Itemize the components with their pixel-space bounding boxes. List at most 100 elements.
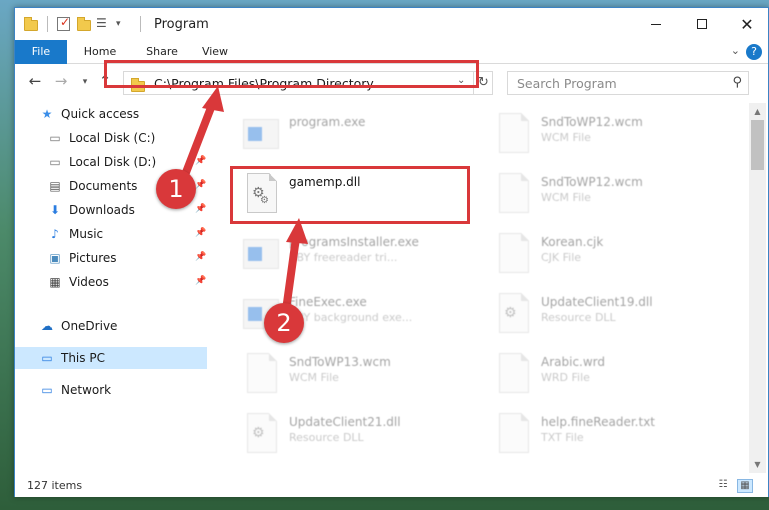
- title-bar: ☰ ▾ Program ✕: [15, 8, 768, 40]
- list-item[interactable]: programsInstaller.exe BBY freereader tri…: [231, 229, 461, 287]
- customize-toolbar-icon[interactable]: ▾: [116, 16, 132, 32]
- list-item[interactable]: Arabic.wrd WRD File: [483, 349, 713, 407]
- minimize-button[interactable]: [633, 8, 679, 40]
- file-type: WRD File: [541, 371, 590, 384]
- address-bar[interactable]: C:\Program Files\Program Directory ⌄ ↻: [123, 71, 493, 95]
- toolbar-divider: [47, 16, 48, 32]
- quick-access-toolbar: ☰ ▾: [23, 15, 145, 32]
- folder-icon: [130, 77, 146, 92]
- tab-share[interactable]: Share: [137, 40, 187, 64]
- properties-icon[interactable]: [56, 15, 72, 32]
- chevron-down-icon[interactable]: ⌄: [457, 75, 465, 86]
- item-count: 127 items: [27, 479, 83, 492]
- file-type: WCM File: [289, 371, 339, 384]
- file-icon: [495, 113, 531, 159]
- details-view-icon[interactable]: ☷: [715, 479, 731, 493]
- folder-icon: [23, 16, 39, 32]
- help-icon[interactable]: ?: [746, 44, 762, 60]
- list-item[interactable]: SndToWP12.wcm WCM File: [483, 169, 713, 227]
- refresh-icon[interactable]: ↻: [473, 72, 493, 94]
- sidebar-item-pictures[interactable]: ▣ Pictures 📌: [15, 247, 207, 269]
- pin-icon: 📌: [195, 180, 207, 190]
- list-item[interactable]: SndToWP13.wcm WCM File: [231, 349, 461, 407]
- sidebar-item-label: Downloads: [69, 203, 135, 217]
- videos-icon: ▦: [49, 275, 61, 289]
- back-arrow-icon[interactable]: ←: [25, 72, 45, 90]
- list-item[interactable]: Korean.cjk CJK File: [483, 229, 713, 287]
- sidebar-item-onedrive[interactable]: ☁ OneDrive: [15, 315, 207, 337]
- large-icons-view-icon[interactable]: ▦: [737, 479, 753, 493]
- sidebar-item-label: Local Disk (D:): [69, 155, 157, 169]
- close-icon: ✕: [740, 14, 754, 34]
- expand-ribbon-icon[interactable]: ⌄: [731, 44, 740, 57]
- forward-arrow-icon[interactable]: →: [51, 72, 71, 90]
- file-icon: [495, 173, 531, 219]
- sidebar-item-label: OneDrive: [61, 319, 118, 333]
- up-arrow-icon[interactable]: ↑: [95, 72, 115, 90]
- file-name: UpdateClient19.dll: [541, 295, 653, 309]
- list-item[interactable]: ⚙ UpdateClient19.dll Resource DLL: [483, 289, 713, 347]
- new-folder-icon[interactable]: [76, 16, 92, 32]
- file-name: program.exe: [289, 115, 366, 129]
- pictures-icon: ▣: [49, 251, 61, 265]
- sidebar-item-local-disk-c[interactable]: ▭ Local Disk (C:): [15, 127, 207, 149]
- tab-home[interactable]: Home: [75, 40, 125, 64]
- list-item[interactable]: ⚙ UpdateClient21.dll Resource DLL: [231, 409, 461, 467]
- maximize-button[interactable]: [679, 8, 725, 40]
- file-type: Resource DLL: [541, 311, 616, 324]
- sidebar-item-label: Videos: [69, 275, 109, 289]
- sidebar-item-label: Documents: [69, 179, 138, 193]
- navigation-bar: ← → ▾ ↑ C:\Program Files\Program Directo…: [15, 65, 768, 99]
- sidebar-item-label: Network: [61, 383, 112, 397]
- file-name: SndToWP12.wcm: [541, 175, 643, 189]
- maximize-icon: [697, 19, 707, 29]
- search-icon: ⚲: [732, 75, 742, 90]
- onedrive-icon: ☁: [41, 319, 53, 333]
- scroll-thumb[interactable]: [751, 120, 764, 170]
- file-icon: [495, 233, 531, 279]
- pin-icon: 📌: [195, 252, 207, 262]
- tab-view[interactable]: View: [195, 40, 235, 64]
- sidebar-item-label: Local Disk (C:): [69, 131, 156, 145]
- close-button[interactable]: ✕: [724, 8, 769, 40]
- recent-locations-icon[interactable]: ▾: [75, 77, 95, 87]
- sidebar-item-network[interactable]: ▭ Network: [15, 379, 207, 401]
- sidebar-item-quick-access[interactable]: ★ Quick access: [15, 103, 207, 125]
- minimize-icon: [651, 23, 661, 25]
- star-icon: ★: [41, 107, 53, 121]
- explorer-window: ☰ ▾ Program ✕ File Home Share View ⌄ ? ←…: [14, 7, 769, 497]
- pin-icon: 📌: [195, 276, 207, 286]
- file-type: WCM File: [541, 191, 591, 204]
- list-item[interactable]: program.exe: [231, 109, 461, 167]
- list-item[interactable]: SndToWP12.wcm WCM File: [483, 109, 713, 167]
- scroll-up-icon[interactable]: ▲: [749, 103, 766, 120]
- list-item-gamemp-dll[interactable]: ⚙ ⚙ gamemp.dll: [231, 169, 461, 227]
- file-name: FineExec.exe: [289, 295, 367, 309]
- sidebar-item-label: Music: [69, 227, 104, 241]
- navigation-pane: ★ Quick access ▭ Local Disk (C:) ▭ Local…: [15, 103, 207, 473]
- toolbar-divider: [140, 16, 141, 32]
- documents-icon: ▤: [49, 179, 61, 193]
- file-type: CJK File: [541, 251, 582, 264]
- list-item[interactable]: help.fineReader.txt TXT File: [483, 409, 713, 467]
- view-options-icon[interactable]: ☰: [96, 16, 112, 32]
- file-type: Resource DLL: [289, 431, 364, 444]
- download-icon: ⬇: [49, 203, 61, 217]
- sidebar-item-videos[interactable]: ▦ Videos 📌: [15, 271, 207, 293]
- address-path[interactable]: C:\Program Files\Program Directory: [154, 76, 374, 91]
- sidebar-item-this-pc[interactable]: ▭ This PC: [15, 347, 207, 369]
- file-name: SndToWP13.wcm: [289, 355, 391, 369]
- search-input[interactable]: Search Program ⚲: [507, 71, 749, 95]
- sidebar-item-label: This PC: [61, 351, 105, 365]
- drive-icon: ▭: [49, 155, 61, 169]
- scroll-down-icon[interactable]: ▼: [749, 456, 766, 473]
- tab-file[interactable]: File: [15, 40, 67, 64]
- sidebar-item-label: Quick access: [61, 107, 140, 121]
- vertical-scrollbar[interactable]: ▲ ▼: [749, 103, 766, 473]
- file-name: UpdateClient21.dll: [289, 415, 401, 429]
- window-title: Program: [154, 17, 209, 32]
- pc-icon: ▭: [41, 351, 53, 365]
- sidebar-item-music[interactable]: ♪ Music 📌: [15, 223, 207, 245]
- file-type: WCM File: [541, 131, 591, 144]
- file-type: BBY freereader tri...: [289, 251, 398, 264]
